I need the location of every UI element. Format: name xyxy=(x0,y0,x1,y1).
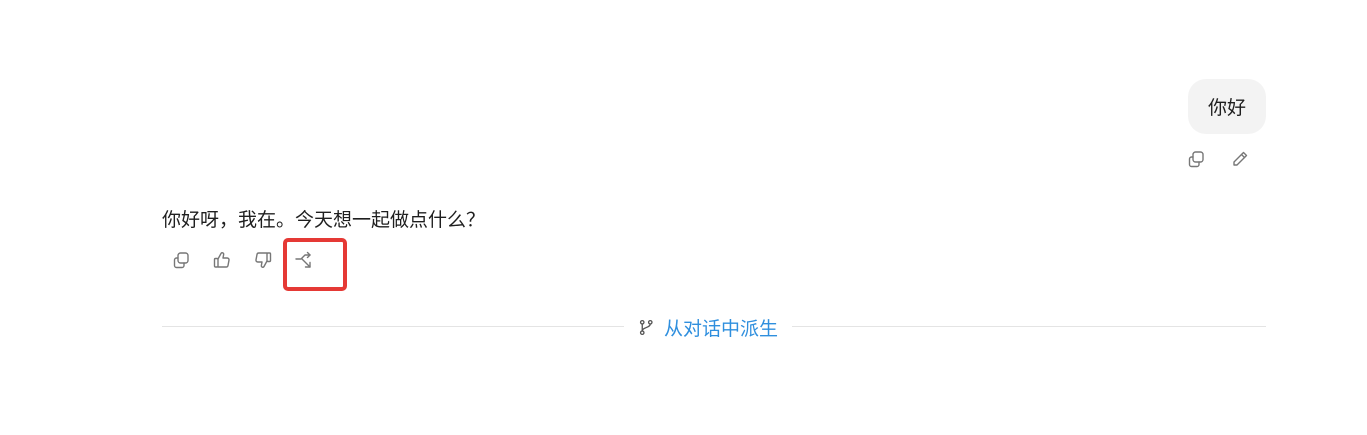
assistant-message-actions xyxy=(169,248,316,272)
git-branch-icon xyxy=(639,319,653,335)
chat-page: 你好 你好呀，我在。今天想一起做点什么？ 从对话中派生 xyxy=(0,0,1367,435)
user-message-actions xyxy=(1184,147,1252,171)
copy-icon xyxy=(1188,151,1204,168)
user-edit-button[interactable] xyxy=(1228,147,1252,171)
assistant-message-text: 你好呀，我在。今天想一起做点什么？ xyxy=(162,209,486,231)
thumbs-up-icon xyxy=(213,252,230,268)
branch-out-button[interactable] xyxy=(292,248,316,272)
fork-label-text: 从对话中派生 xyxy=(664,317,779,340)
user-message-text: 你好 xyxy=(1207,97,1246,119)
user-message-bubble: 你好 xyxy=(1188,79,1266,134)
user-copy-button[interactable] xyxy=(1184,147,1208,171)
assistant-copy-button[interactable] xyxy=(169,248,193,272)
fork-from-conversation-button[interactable]: 从对话中派生 xyxy=(624,313,793,341)
branch-out-icon xyxy=(295,251,311,268)
thumbs-up-button[interactable] xyxy=(210,248,234,272)
edit-icon xyxy=(1233,151,1248,166)
thumbs-down-button[interactable] xyxy=(251,248,275,272)
thumbs-down-icon xyxy=(255,252,272,268)
copy-icon xyxy=(173,252,189,269)
